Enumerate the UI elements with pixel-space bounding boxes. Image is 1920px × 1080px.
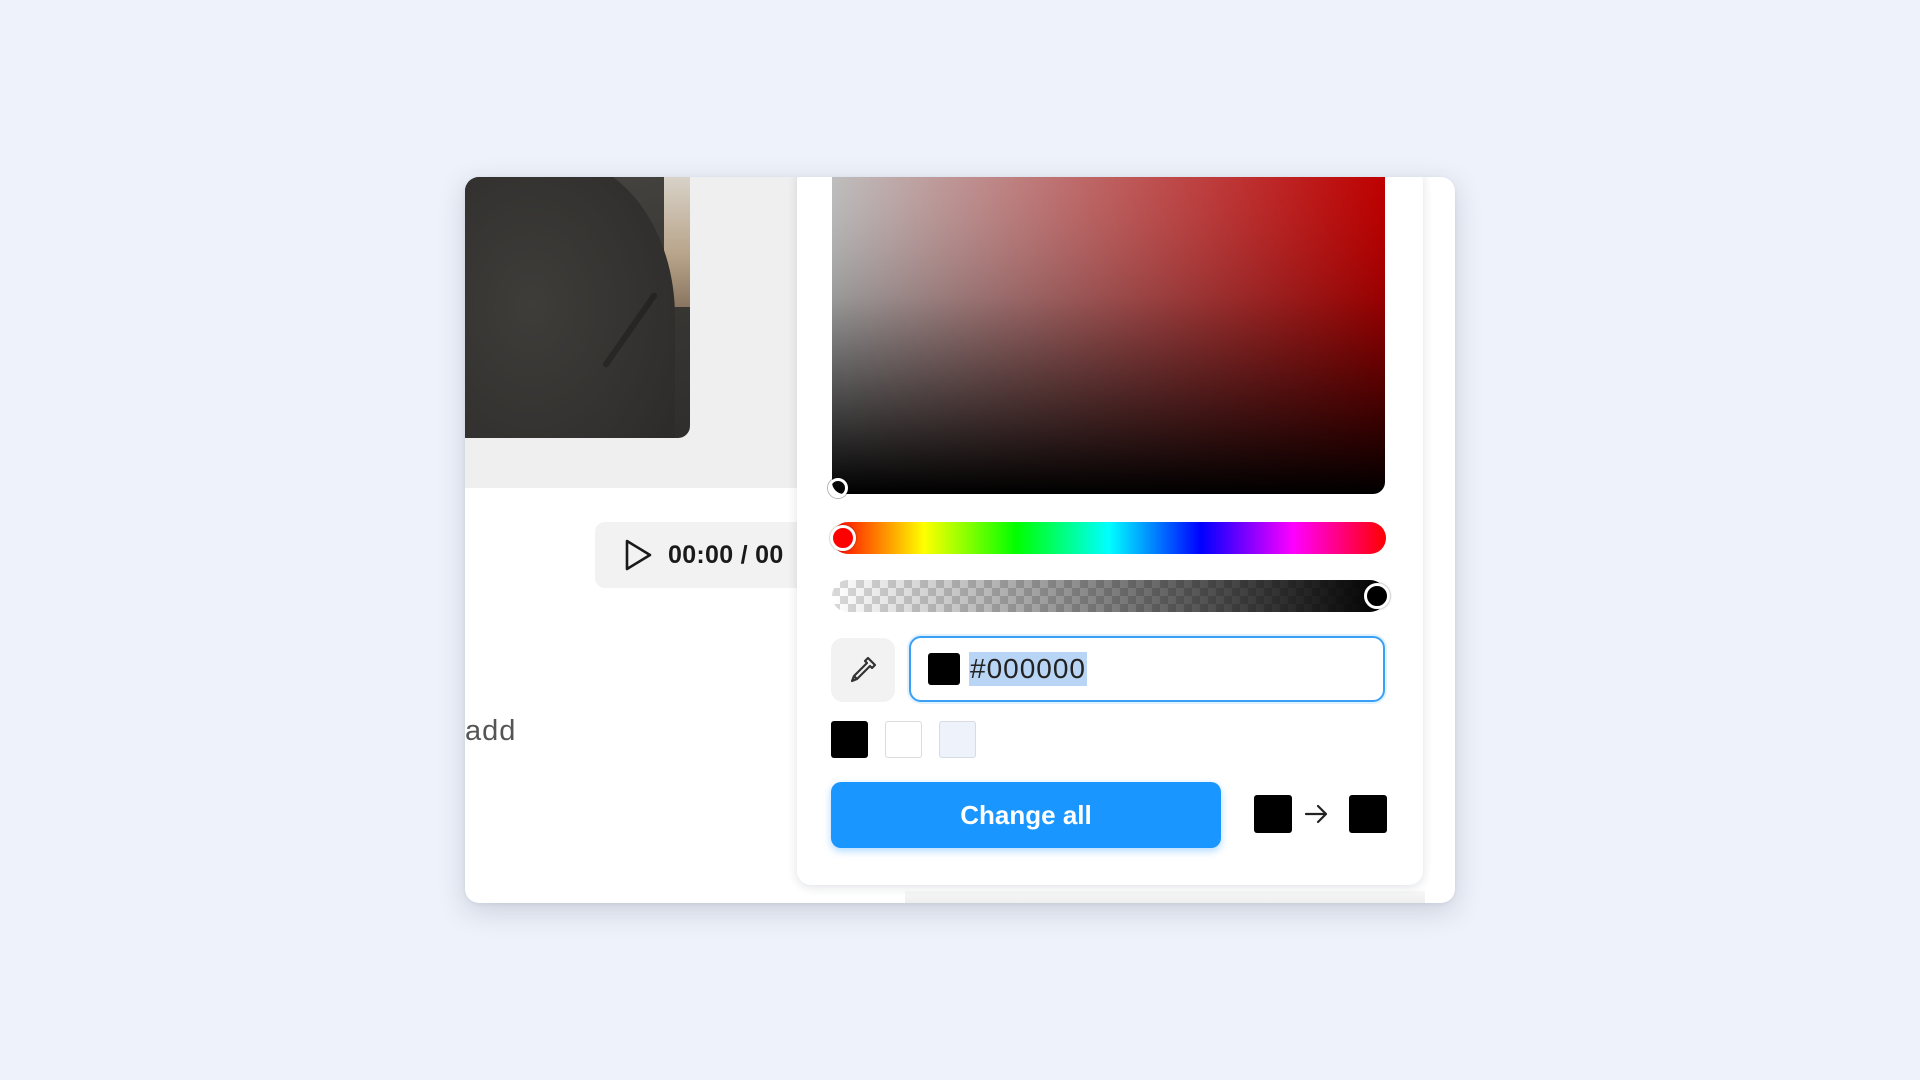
- eyedropper-icon: [850, 656, 877, 683]
- change-all-button[interactable]: Change all: [831, 782, 1221, 848]
- saturation-value-area[interactable]: [832, 177, 1385, 494]
- hex-color-input[interactable]: #000000: [909, 636, 1385, 702]
- hue-slider[interactable]: [830, 522, 1386, 554]
- saturation-value-handle[interactable]: [828, 478, 848, 498]
- video-preview-area: [465, 177, 825, 488]
- current-color-swatch: [928, 653, 960, 685]
- hue-handle[interactable]: [830, 525, 856, 551]
- hex-value[interactable]: #000000: [969, 652, 1088, 686]
- play-icon[interactable]: [620, 538, 654, 572]
- swatch-light-blue[interactable]: [939, 721, 976, 758]
- replace-to-swatch: [1349, 795, 1387, 833]
- replace-from-swatch: [1254, 795, 1292, 833]
- add-text: add: [465, 715, 517, 747]
- playback-time: 00:00 / 00: [668, 540, 784, 569]
- video-thumbnail[interactable]: [465, 177, 690, 438]
- panel-bottom-edge: [905, 891, 1425, 903]
- recent-swatches: [831, 721, 976, 758]
- alpha-handle[interactable]: [1364, 583, 1390, 609]
- alpha-slider[interactable]: [832, 580, 1390, 612]
- swatch-black[interactable]: [831, 721, 868, 758]
- eyedropper-button[interactable]: [831, 638, 895, 702]
- arrow-right-icon: [1304, 804, 1328, 824]
- editor-window: 00:00 / 00 add #000000 Change all: [465, 177, 1455, 903]
- swatch-white[interactable]: [885, 721, 922, 758]
- color-picker-panel: #000000 Change all: [797, 177, 1423, 885]
